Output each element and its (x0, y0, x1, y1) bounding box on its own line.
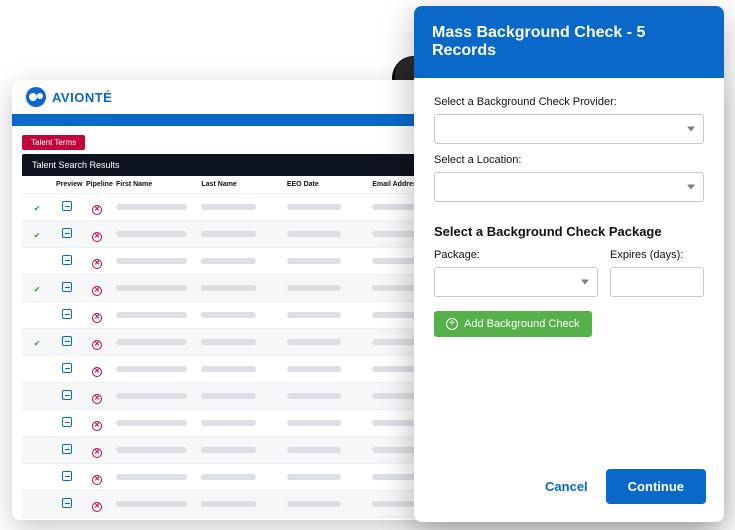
placeholder-text (201, 312, 255, 318)
placeholder-text (116, 393, 187, 399)
placeholder-text (287, 258, 341, 264)
add-button-label: Add Background Check (464, 318, 580, 330)
chevron-down-icon (581, 280, 589, 285)
preview-icon[interactable] (62, 282, 72, 292)
placeholder-text (201, 258, 255, 264)
placeholder-text (116, 366, 187, 372)
expires-label: Expires (days): (610, 249, 704, 261)
preview-icon[interactable] (62, 390, 72, 400)
preview-icon[interactable] (62, 201, 72, 211)
provider-select[interactable] (434, 114, 704, 144)
col-pipeline[interactable]: Pipeline (82, 176, 112, 194)
location-label: Select a Location: (434, 154, 704, 166)
placeholder-text (201, 231, 255, 237)
pipeline-remove-icon[interactable]: ✕ (92, 475, 102, 485)
col-last-name[interactable]: Last Name (197, 176, 282, 194)
chevron-down-icon (687, 127, 695, 132)
talent-terms-pill[interactable]: Talent Terms (22, 135, 85, 150)
check-icon: ✔ (34, 285, 41, 294)
placeholder-text (201, 420, 255, 426)
package-section-title: Select a Background Check Package (434, 224, 704, 239)
add-background-check-button[interactable]: + Add Background Check (434, 311, 592, 337)
preview-icon[interactable] (62, 471, 72, 481)
col-first-name[interactable]: First Name (112, 176, 197, 194)
placeholder-text (287, 366, 341, 372)
provider-label: Select a Background Check Provider: (434, 96, 704, 108)
placeholder-text (287, 312, 341, 318)
preview-icon[interactable] (62, 336, 72, 346)
placeholder-text (287, 393, 341, 399)
placeholder-text (116, 285, 187, 291)
placeholder-text (201, 339, 255, 345)
pipeline-remove-icon[interactable]: ✕ (92, 232, 102, 242)
placeholder-text (116, 501, 187, 507)
preview-icon[interactable] (62, 309, 72, 319)
pipeline-remove-icon[interactable]: ✕ (92, 205, 102, 215)
placeholder-text (201, 285, 255, 291)
pipeline-remove-icon[interactable]: ✕ (92, 367, 102, 377)
modal-title: Mass Background Check - 5 Records (414, 6, 724, 78)
col-preview[interactable]: Preview (52, 176, 82, 194)
pipeline-remove-icon[interactable]: ✕ (92, 448, 102, 458)
placeholder-text (287, 501, 341, 507)
placeholder-text (116, 258, 187, 264)
pipeline-remove-icon[interactable]: ✕ (92, 421, 102, 431)
placeholder-text (287, 231, 341, 237)
pipeline-remove-icon[interactable]: ✕ (92, 394, 102, 404)
pipeline-remove-icon[interactable]: ✕ (92, 313, 102, 323)
placeholder-text (201, 366, 255, 372)
placeholder-text (116, 339, 187, 345)
continue-button[interactable]: Continue (606, 469, 706, 504)
placeholder-text (287, 339, 341, 345)
plus-circle-icon: + (446, 318, 458, 330)
placeholder-text (287, 204, 341, 210)
col-eeo-date[interactable]: EEO Date (283, 176, 368, 194)
placeholder-text (287, 285, 341, 291)
pipeline-remove-icon[interactable]: ✕ (92, 502, 102, 512)
placeholder-text (287, 420, 341, 426)
brand: AVIONTÉ (26, 87, 112, 107)
preview-icon[interactable] (62, 417, 72, 427)
placeholder-text (116, 447, 187, 453)
placeholder-text (116, 204, 187, 210)
placeholder-text (201, 501, 255, 507)
placeholder-text (287, 447, 341, 453)
brand-name: AVIONTÉ (52, 90, 112, 105)
preview-icon[interactable] (62, 228, 72, 238)
mass-background-check-modal: Mass Background Check - 5 Records Select… (414, 6, 724, 522)
preview-icon[interactable] (62, 444, 72, 454)
pipeline-remove-icon[interactable]: ✕ (92, 340, 102, 350)
pipeline-remove-icon[interactable]: ✕ (92, 259, 102, 269)
check-icon: ✔ (34, 231, 41, 240)
preview-icon[interactable] (62, 498, 72, 508)
package-select[interactable] (434, 267, 598, 297)
preview-icon[interactable] (62, 255, 72, 265)
placeholder-text (116, 474, 187, 480)
brand-logo-icon (26, 87, 46, 107)
placeholder-text (201, 393, 255, 399)
cancel-button[interactable]: Cancel (545, 479, 588, 494)
placeholder-text (116, 312, 187, 318)
placeholder-text (201, 204, 255, 210)
package-label: Package: (434, 249, 598, 261)
chevron-down-icon (687, 185, 695, 190)
placeholder-text (116, 231, 187, 237)
preview-icon[interactable] (62, 363, 72, 373)
placeholder-text (201, 447, 255, 453)
placeholder-text (116, 420, 187, 426)
expires-input[interactable] (610, 267, 704, 297)
placeholder-text (201, 474, 255, 480)
location-select[interactable] (434, 172, 704, 202)
pipeline-remove-icon[interactable]: ✕ (92, 286, 102, 296)
check-icon: ✔ (34, 204, 41, 213)
check-icon: ✔ (34, 339, 41, 348)
placeholder-text (287, 474, 341, 480)
